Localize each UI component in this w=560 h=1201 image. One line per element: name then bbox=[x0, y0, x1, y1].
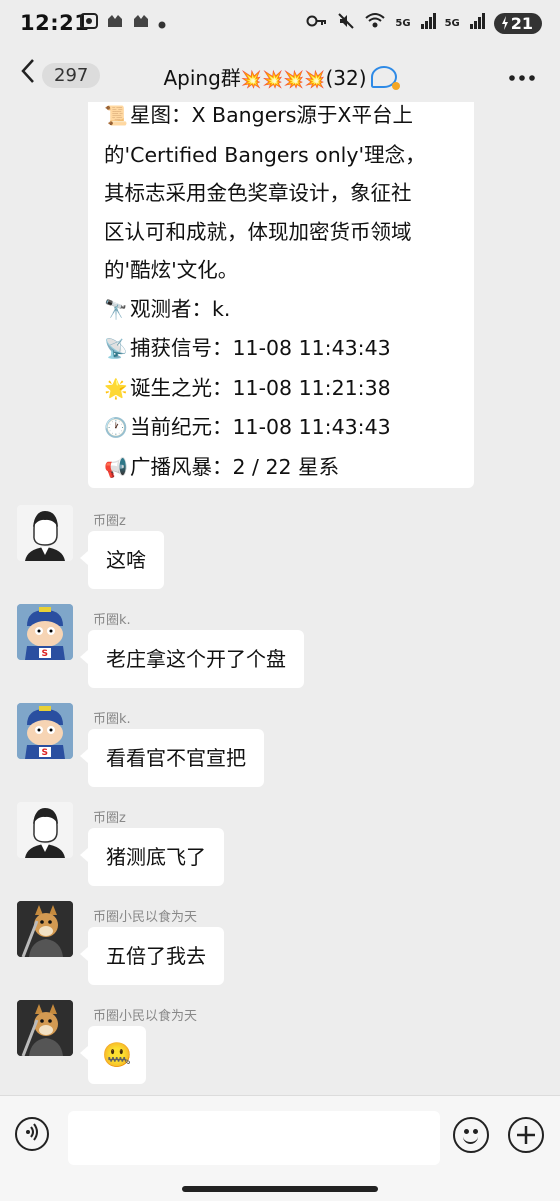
status-right-icons: 5G 5G 21 bbox=[306, 12, 542, 34]
chat-message: 币圈小民以食为天 🤐 bbox=[0, 1000, 560, 1090]
sender-name: 币圈小民以食为天 bbox=[93, 1009, 198, 1024]
home-indicator[interactable] bbox=[182, 1186, 378, 1192]
chat-message: 币圈z 这啥 bbox=[0, 505, 560, 595]
man-avatar[interactable] bbox=[17, 505, 73, 561]
message-text: 观测者：k. bbox=[130, 296, 231, 321]
message-bubble[interactable]: 猪测底飞了 bbox=[80, 828, 224, 886]
svg-text:S: S bbox=[42, 649, 48, 659]
chat-message: S 币圈k. 看看官不官宣把 bbox=[0, 703, 560, 793]
scroll-icon: 📜 bbox=[104, 105, 128, 127]
svg-text:S: S bbox=[42, 748, 48, 758]
sender-name: 币圈z bbox=[93, 514, 126, 529]
cartoon-avatar[interactable]: S bbox=[17, 604, 73, 660]
message-line: 的'Certified Bangers only'理念， bbox=[104, 136, 460, 175]
screenshot-icon bbox=[80, 13, 98, 33]
dog-avatar[interactable] bbox=[17, 1000, 73, 1056]
message-bubble[interactable]: 📜 星图：X Bangers源于X平台上 的'Certified Bangers … bbox=[88, 102, 474, 488]
message-text: 的'Certified Bangers only'理念， bbox=[104, 142, 426, 167]
more-functions-button[interactable] bbox=[508, 1117, 544, 1153]
man-avatar[interactable] bbox=[17, 802, 73, 858]
message-text: 当前纪元：11-08 11:43:43 bbox=[130, 415, 391, 439]
network-label-2: 5G bbox=[444, 17, 460, 29]
sender-name: 币圈z bbox=[93, 811, 126, 826]
voice-icon bbox=[23, 1123, 41, 1145]
message-bubble[interactable]: 这啥 bbox=[80, 531, 164, 589]
more-dots-icon bbox=[508, 60, 536, 88]
chat-message: 币圈z 猪测底飞了 bbox=[0, 802, 560, 892]
message-input[interactable] bbox=[68, 1111, 440, 1165]
app-icon bbox=[132, 13, 150, 33]
voice-button[interactable] bbox=[15, 1117, 49, 1151]
message-bubble[interactable]: 老庄拿这个开了个盘 bbox=[80, 630, 304, 688]
sender-name: 币圈小民以食为天 bbox=[93, 910, 198, 925]
message-bubble[interactable]: 看看官不官宣把 bbox=[80, 729, 264, 787]
message-line: 其标志采用金色奖章设计，象征社 bbox=[104, 174, 460, 213]
sender-name: 币圈k. bbox=[93, 712, 131, 727]
chat-area[interactable]: 📜 星图：X Bangers源于X平台上 的'Certified Bangers … bbox=[0, 102, 560, 1095]
dog-avatar[interactable] bbox=[17, 901, 73, 957]
app-icon bbox=[106, 13, 124, 33]
chat-message: S 币圈k. 老庄拿这个开了个盘 bbox=[0, 604, 560, 694]
emoji-button[interactable] bbox=[453, 1117, 489, 1153]
signal-icon bbox=[469, 13, 485, 33]
message-bubble[interactable]: 五倍了我去 bbox=[80, 927, 224, 985]
star-icon: 🌟 bbox=[104, 377, 128, 400]
status-time: 12:21 bbox=[20, 11, 90, 35]
message-text: 星图：X Bangers源于X平台上 bbox=[130, 103, 413, 127]
message-line: 的'酷炫'文化。 bbox=[104, 251, 460, 290]
collaboration-icon bbox=[370, 66, 400, 90]
message-text: 其标志采用金色奖章设计，象征社 bbox=[104, 181, 412, 205]
status-bar: 12:21 5G 5G 21 bbox=[0, 0, 560, 50]
key-icon bbox=[306, 14, 328, 32]
message-line: 🕐 当前纪元：11-08 11:43:43 bbox=[104, 408, 460, 448]
chevron-left-icon bbox=[20, 57, 36, 93]
chat-title[interactable]: Aping群💥💥💥💥(32) bbox=[110, 62, 450, 91]
satellite-icon: 📡 bbox=[104, 338, 128, 360]
wifi-icon bbox=[364, 12, 386, 34]
more-options-button[interactable] bbox=[508, 62, 536, 86]
cartoon-avatar[interactable]: S bbox=[17, 703, 73, 759]
group-name: Aping群 bbox=[163, 66, 241, 90]
unread-count-badge: 297 bbox=[42, 62, 101, 88]
battery-icon: 21 bbox=[493, 12, 542, 34]
mute-icon bbox=[337, 12, 355, 34]
message-line: 🌟 诞生之光：11-08 11:21:38 bbox=[104, 369, 460, 409]
clock-icon: 🕐 bbox=[104, 417, 128, 439]
message-line: 🔭 观测者：k. bbox=[104, 290, 460, 330]
message-line: 📜 星图：X Bangers源于X平台上 bbox=[104, 102, 460, 136]
message-line: 📢 广播风暴：2 / 22 星系 bbox=[104, 448, 460, 488]
dot-icon bbox=[158, 14, 166, 33]
plus-icon bbox=[516, 1119, 536, 1152]
status-left-icons bbox=[80, 13, 166, 33]
title-emojis: 💥💥💥💥 bbox=[240, 70, 326, 90]
message-line: 📡 捕获信号：11-08 11:43:43 bbox=[104, 329, 460, 369]
back-button[interactable]: 297 bbox=[20, 57, 101, 93]
message-text: 捕获信号：11-08 11:43:43 bbox=[130, 336, 391, 360]
chat-header: 297 Aping群💥💥💥💥(32) bbox=[0, 50, 560, 102]
sender-name: 币圈k. bbox=[93, 613, 131, 628]
message-line: 区认可和成就，体现加密货币领域 bbox=[104, 213, 460, 252]
battery-level: 21 bbox=[510, 13, 533, 33]
message-bubble[interactable]: 🤐 bbox=[80, 1026, 146, 1084]
message-text: 诞生之光：11-08 11:21:38 bbox=[130, 375, 391, 400]
message-text: 区认可和成就，体现加密货币领域 bbox=[104, 219, 412, 244]
smiley-icon bbox=[463, 1134, 478, 1144]
message-text: 的'酷炫'文化。 bbox=[104, 258, 239, 282]
member-count: (32) bbox=[325, 66, 367, 90]
network-label-1: 5G bbox=[395, 17, 411, 29]
message-text: 广播风暴：2 / 22 星系 bbox=[130, 454, 340, 479]
loudspeaker-icon: 📢 bbox=[104, 456, 128, 479]
chat-message: 币圈小民以食为天 五倍了我去 bbox=[0, 901, 560, 991]
signal-icon bbox=[420, 13, 436, 33]
telescope-icon: 🔭 bbox=[104, 298, 128, 321]
